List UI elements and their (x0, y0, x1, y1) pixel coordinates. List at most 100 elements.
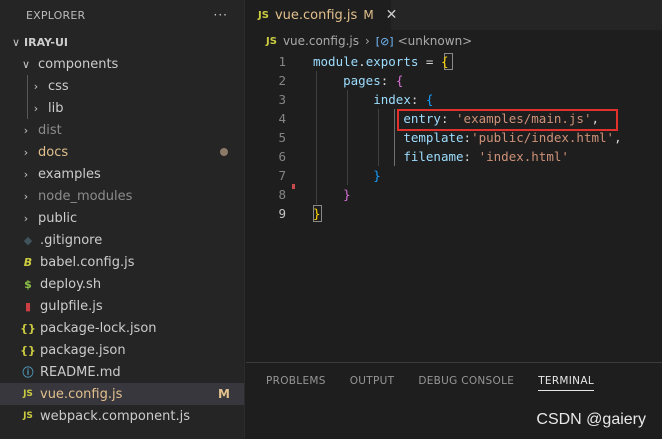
chevron-right-icon: › (23, 189, 29, 203)
tree-folder-components[interactable]: ∨ components (0, 53, 244, 75)
tree-item-label: css (48, 78, 69, 94)
tree-file-vue-config[interactable]: JS vue.config.js M (0, 383, 244, 405)
tab-terminal[interactable]: TERMINAL (538, 371, 594, 391)
tree-item-label: README.md (40, 364, 121, 380)
file-tree: ∨ IRAY-UI ∨ components › css › lib › dis… (0, 31, 244, 427)
tree-item-label: deploy.sh (40, 276, 102, 292)
tree-folder-examples[interactable]: › examples (0, 163, 244, 185)
tab-label: vue.config.js (274, 7, 358, 23)
editor-area: JS vue.config.js M ✕ JS vue.config.js › … (246, 0, 662, 439)
line-number: 5 (278, 130, 286, 145)
tree-folder-node-modules[interactable]: › node_modules (0, 185, 244, 207)
chevron-down-icon: ∨ (11, 35, 21, 49)
bottom-panel: PROBLEMS OUTPUT DEBUG CONSOLE TERMINAL C… (246, 362, 662, 439)
json-icon: {} (20, 321, 36, 335)
tab-debug-console[interactable]: DEBUG CONSOLE (418, 375, 514, 387)
tree-root-iray-ui[interactable]: ∨ IRAY-UI (0, 31, 244, 53)
explorer-header: EXPLORER ··· (0, 0, 244, 30)
tree-item-label: vue.config.js (40, 386, 123, 402)
tree-folder-dist[interactable]: › dist (0, 119, 244, 141)
breadcrumb: JS vue.config.js › [⊘] <unknown> (246, 30, 662, 52)
tree-file-gitignore[interactable]: ◆ .gitignore (0, 229, 244, 251)
modified-dot-icon (220, 148, 228, 156)
line-number: 7 (278, 168, 286, 183)
tree-item-label: examples (38, 166, 101, 182)
code-text: } (313, 206, 321, 221)
js-file-icon: JS (23, 411, 33, 421)
line-number: 8 (278, 187, 286, 202)
tree-file-deploy-sh[interactable]: $ deploy.sh (0, 273, 244, 295)
indent-guide (27, 75, 28, 97)
tree-file-package-lock[interactable]: {} package-lock.json (0, 317, 244, 339)
tab-bar: JS vue.config.js M ✕ (246, 0, 662, 30)
code-text: index: { (373, 92, 434, 107)
code-line: 9 } (246, 204, 662, 223)
breadcrumb-symbol[interactable]: <unknown> (398, 34, 473, 48)
tab-problems[interactable]: PROBLEMS (266, 375, 326, 387)
line-number: 1 (278, 54, 286, 69)
chevron-down-icon: ∨ (21, 57, 31, 71)
watermark: CSDN @gaiery (536, 411, 646, 428)
tree-item-label: public (38, 210, 78, 226)
panel-tabs: PROBLEMS OUTPUT DEBUG CONSOLE TERMINAL (246, 363, 662, 399)
js-file-icon: JS (23, 389, 33, 399)
tab-output[interactable]: OUTPUT (350, 375, 395, 387)
tree-file-gulpfile[interactable]: ▮ gulpfile.js (0, 295, 244, 317)
modified-badge: M (363, 8, 374, 22)
close-icon[interactable]: ✕ (386, 7, 398, 23)
annotation-highlight-box (397, 109, 618, 131)
chevron-right-icon: › (33, 79, 39, 93)
code-line: 7 } (246, 166, 662, 185)
tree-item-label: babel.config.js (40, 254, 135, 270)
tab-vue-config[interactable]: JS vue.config.js M ✕ (246, 0, 397, 30)
tree-item-label: package.json (40, 342, 126, 358)
explorer-title: EXPLORER (26, 8, 86, 22)
js-file-icon: JS (258, 9, 269, 21)
code-line: 8 } (246, 185, 662, 204)
code-line: 1 module.exports = { (246, 52, 662, 71)
chevron-right-icon: › (364, 34, 370, 48)
babel-icon: B (23, 255, 33, 269)
tree-item-label: webpack.component.js (40, 408, 190, 424)
code-line: 2 pages: { (246, 71, 662, 90)
code-text: template:'public/index.html', (403, 130, 622, 145)
tree-item-label: package-lock.json (40, 320, 157, 336)
tree-folder-lib[interactable]: › lib (0, 97, 244, 119)
git-icon: ◆ (23, 233, 33, 247)
chevron-right-icon: › (23, 145, 29, 159)
chevron-right-icon: › (33, 101, 39, 115)
code-text: } (373, 168, 381, 183)
code-text: module.exports = { (313, 54, 449, 69)
line-number: 6 (278, 149, 286, 164)
symbol-icon: [⊘] (375, 34, 394, 48)
tree-item-label: .gitignore (40, 232, 103, 248)
tree-item-label: components (38, 56, 119, 72)
gulp-icon: ▮ (24, 299, 32, 313)
code-text: pages: { (343, 73, 404, 88)
tree-item-label: docs (38, 144, 69, 160)
tree-folder-public[interactable]: › public (0, 207, 244, 229)
explorer-sidebar: EXPLORER ··· ∨ IRAY-UI ∨ components › cs… (0, 0, 245, 439)
breadcrumb-file[interactable]: vue.config.js (283, 34, 359, 48)
line-number: 9 (278, 206, 286, 221)
tree-folder-docs[interactable]: › docs (0, 141, 244, 163)
indent-guide (27, 97, 28, 119)
line-number: 3 (278, 92, 286, 107)
code-line: 6 filename: 'index.html' (246, 147, 662, 166)
tree-item-label: node_modules (38, 188, 133, 204)
code-text: filename: 'index.html' (403, 149, 569, 164)
tree-file-readme[interactable]: ⓘ README.md (0, 361, 244, 383)
tree-item-label: gulpfile.js (40, 298, 103, 314)
chevron-right-icon: › (23, 123, 29, 137)
tree-folder-css[interactable]: › css (0, 75, 244, 97)
more-actions-icon[interactable]: ··· (214, 8, 228, 22)
tree-file-babel-config[interactable]: B babel.config.js (0, 251, 244, 273)
chevron-right-icon: › (23, 211, 29, 225)
shell-icon: $ (24, 277, 32, 291)
tree-file-webpack-component[interactable]: JS webpack.component.js (0, 405, 244, 427)
code-editor[interactable]: 1 module.exports = { 2 pages: { 3 index:… (246, 52, 662, 223)
tree-root-label: IRAY-UI (24, 35, 68, 49)
chevron-right-icon: › (23, 167, 29, 181)
tree-file-package-json[interactable]: {} package.json (0, 339, 244, 361)
code-line: 3 index: { (246, 90, 662, 109)
